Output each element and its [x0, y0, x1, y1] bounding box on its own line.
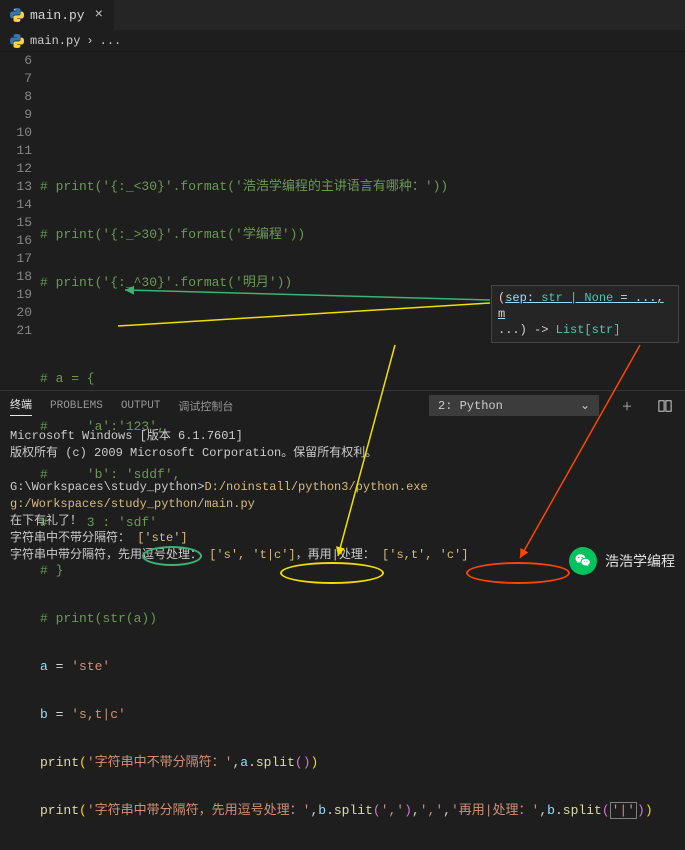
wechat-icon — [569, 547, 597, 575]
line-gutter: 6789 10111213 14151617 18192021 — [0, 52, 40, 370]
close-icon[interactable]: × — [95, 7, 103, 23]
tab-terminal[interactable]: 终端 — [10, 396, 32, 416]
breadcrumb-file: main.py — [30, 34, 80, 48]
file-tab[interactable]: main.py × — [0, 0, 114, 30]
tab-filename: main.py — [30, 8, 85, 23]
watermark-text: 浩浩学编程 — [605, 551, 675, 571]
breadcrumb-sep: › — [86, 34, 93, 48]
signature-hint: (sep: str | None = ..., m ...) -> List[s… — [491, 285, 679, 343]
code-editor[interactable]: 6789 10111213 14151617 18192021 # print(… — [0, 52, 685, 370]
breadcrumb-rest: ... — [100, 34, 122, 48]
python-icon — [10, 8, 24, 22]
watermark: 浩浩学编程 — [569, 547, 675, 575]
tab-bar: main.py × — [0, 0, 685, 30]
breadcrumb[interactable]: main.py › ... — [0, 30, 685, 52]
python-icon — [10, 34, 24, 48]
